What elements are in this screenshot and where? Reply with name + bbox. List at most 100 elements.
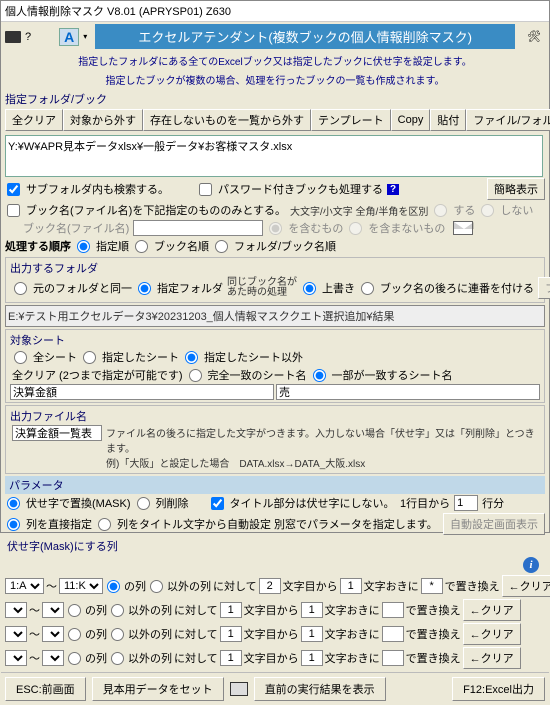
folder-path-textarea[interactable]: Y:¥W¥APR見本データxlsx¥一般データ¥お客様マスタ.xlsx <box>5 135 543 177</box>
mask1-in-radio[interactable] <box>107 580 120 593</box>
mask1-out-label: 以外の列 <box>167 578 211 594</box>
help-icon[interactable]: ? <box>25 31 31 43</box>
ts-partial-radio[interactable] <box>313 369 326 382</box>
ts-all-radio[interactable] <box>14 351 27 364</box>
mask-sel-1b[interactable]: 11:K <box>59 578 103 594</box>
mask3-out-radio[interactable] <box>111 628 124 641</box>
mask-sel-3a[interactable] <box>5 626 27 642</box>
mask-row-1: 1:A〜 11:K の列 以外の列 に対して 文字目から 文字おきに で置き換え… <box>1 574 549 598</box>
mask2-every[interactable] <box>301 602 323 618</box>
mask3-every[interactable] <box>301 626 323 642</box>
mask4-from[interactable] <box>220 650 242 666</box>
mask3-in-label: の列 <box>85 626 107 642</box>
mask3-char[interactable] <box>382 626 404 642</box>
mask4-from-lbl: 文字目から <box>244 650 299 666</box>
remove-target-button[interactable]: 対象から外す <box>63 109 143 131</box>
simple-view-button[interactable]: 簡略表示 <box>487 178 545 200</box>
folder-section-label: 指定フォルダ/ブック <box>5 91 545 107</box>
output-file-title: 出力ファイル名 <box>8 408 542 424</box>
mask1-every[interactable] <box>340 578 362 594</box>
param-mask-radio[interactable] <box>7 497 20 510</box>
mask1-out-radio[interactable] <box>150 580 163 593</box>
envelope-icon[interactable] <box>453 221 473 235</box>
output-folder-title: 出力するフォルダ <box>8 260 542 276</box>
mask3-from[interactable] <box>220 626 242 642</box>
param-auto-radio[interactable] <box>98 518 111 531</box>
mask2-out-radio[interactable] <box>111 604 124 617</box>
param-direct-label: 列を直接指定 <box>26 516 92 532</box>
ts-partial-label: 一部が一致するシート名 <box>332 367 453 383</box>
mask3-with-lbl: で置き換え <box>406 626 461 642</box>
mask4-clear[interactable]: ←クリア <box>463 647 521 669</box>
case-note: 大文字/小文字 全角/半角を区別 <box>290 203 428 218</box>
clear-all-button[interactable]: 全クリア <box>5 109 63 131</box>
of-overwrite-radio[interactable] <box>303 282 316 295</box>
mask-sel-1a[interactable]: 1:A <box>5 578 44 594</box>
order-specified-label: 指定順 <box>96 238 129 254</box>
order-folder-radio[interactable] <box>215 240 228 253</box>
mask1-clear[interactable]: ←クリア <box>502 575 550 597</box>
mask1-char[interactable] <box>421 578 443 594</box>
of-spec-radio[interactable] <box>138 282 151 295</box>
mask2-in-radio[interactable] <box>68 604 81 617</box>
prev-result-button[interactable]: 直前の実行結果を表示 <box>254 677 386 701</box>
f12-excel-button[interactable]: F12:Excel出力 <box>452 677 545 701</box>
mask4-out-radio[interactable] <box>111 652 124 665</box>
ts-value2-input[interactable] <box>276 384 540 400</box>
mask4-in-label: の列 <box>85 650 107 666</box>
help-badge[interactable]: ? <box>387 184 399 195</box>
of-same-radio[interactable] <box>14 282 27 295</box>
mask2-char[interactable] <box>382 602 404 618</box>
sample-data-button[interactable]: 見本用データをセット <box>92 677 224 701</box>
of-seq-radio[interactable] <box>361 282 374 295</box>
output-file-group: 出力ファイル名 ファイル名の後ろに指定した文字がつきます。入力しない場合「伏せ字… <box>5 405 545 474</box>
mask-sel-4a[interactable] <box>5 650 27 666</box>
mask3-in-radio[interactable] <box>68 628 81 641</box>
info-icon[interactable]: i <box>523 557 539 573</box>
output-file-input[interactable] <box>12 425 102 441</box>
bookname-only-checkbox[interactable] <box>7 204 20 217</box>
ts-spec-radio[interactable] <box>83 351 96 364</box>
mask2-every-lbl: 文字おきに <box>325 602 380 618</box>
ts-value1-input[interactable] <box>10 384 274 400</box>
mask2-clear[interactable]: ←クリア <box>463 599 521 621</box>
subfolder-checkbox[interactable] <box>7 183 20 196</box>
param-title-chk[interactable] <box>211 497 224 510</box>
param-delcol-label: 列削除 <box>156 495 189 511</box>
tool-icon[interactable]: 🛠 <box>527 30 541 43</box>
mask1-from[interactable] <box>259 578 281 594</box>
mask2-from[interactable] <box>220 602 242 618</box>
printer-icon[interactable] <box>230 682 248 696</box>
mask4-in-radio[interactable] <box>68 652 81 665</box>
esc-button[interactable]: ESC:前画面 <box>5 677 86 701</box>
mask4-char[interactable] <box>382 650 404 666</box>
template-button[interactable]: テンプレート <box>311 109 391 131</box>
case-yes-radio <box>434 204 447 217</box>
ts-exact-radio[interactable] <box>189 369 202 382</box>
mask-sel-2b[interactable] <box>42 602 64 618</box>
output-path-box: E:¥テスト用エクセルデータ3¥20231203_個人情報マスククエト選択追加¥… <box>5 305 545 327</box>
mask-sel-2a[interactable] <box>5 602 27 618</box>
mask3-clear[interactable]: ←クリア <box>463 623 521 645</box>
include-radio <box>269 222 282 235</box>
mask-sel-3b[interactable] <box>42 626 64 642</box>
description-1: 指定したフォルダにある全てのExcelブック又は指定したブックに伏せ字を設定しま… <box>1 51 549 70</box>
ts-except-radio[interactable] <box>185 351 198 364</box>
password-checkbox[interactable] <box>199 183 212 196</box>
param-delcol-radio[interactable] <box>137 497 150 510</box>
order-specified-radio[interactable] <box>77 240 90 253</box>
ts-exact-label: 完全一致のシート名 <box>208 367 307 383</box>
mask-sel-4b[interactable] <box>42 650 64 666</box>
font-dropdown-icon[interactable]: ▾ <box>83 32 87 41</box>
order-bookname-radio[interactable] <box>135 240 148 253</box>
book-icon[interactable] <box>5 31 21 43</box>
file-folder-ref-button[interactable]: ファイル/フォルダ参照 <box>466 109 550 131</box>
font-icon[interactable]: A <box>59 28 79 46</box>
param-rows-input[interactable] <box>454 495 478 511</box>
target-sheet-title: 対象シート <box>8 332 542 348</box>
copy-button[interactable]: Copy <box>391 109 431 131</box>
param-direct-radio[interactable] <box>7 518 20 531</box>
remove-missing-button[interactable]: 存在しないものを一覧から外す <box>143 109 311 131</box>
paste-button[interactable]: 貼付 <box>430 109 466 131</box>
mask4-every[interactable] <box>301 650 323 666</box>
